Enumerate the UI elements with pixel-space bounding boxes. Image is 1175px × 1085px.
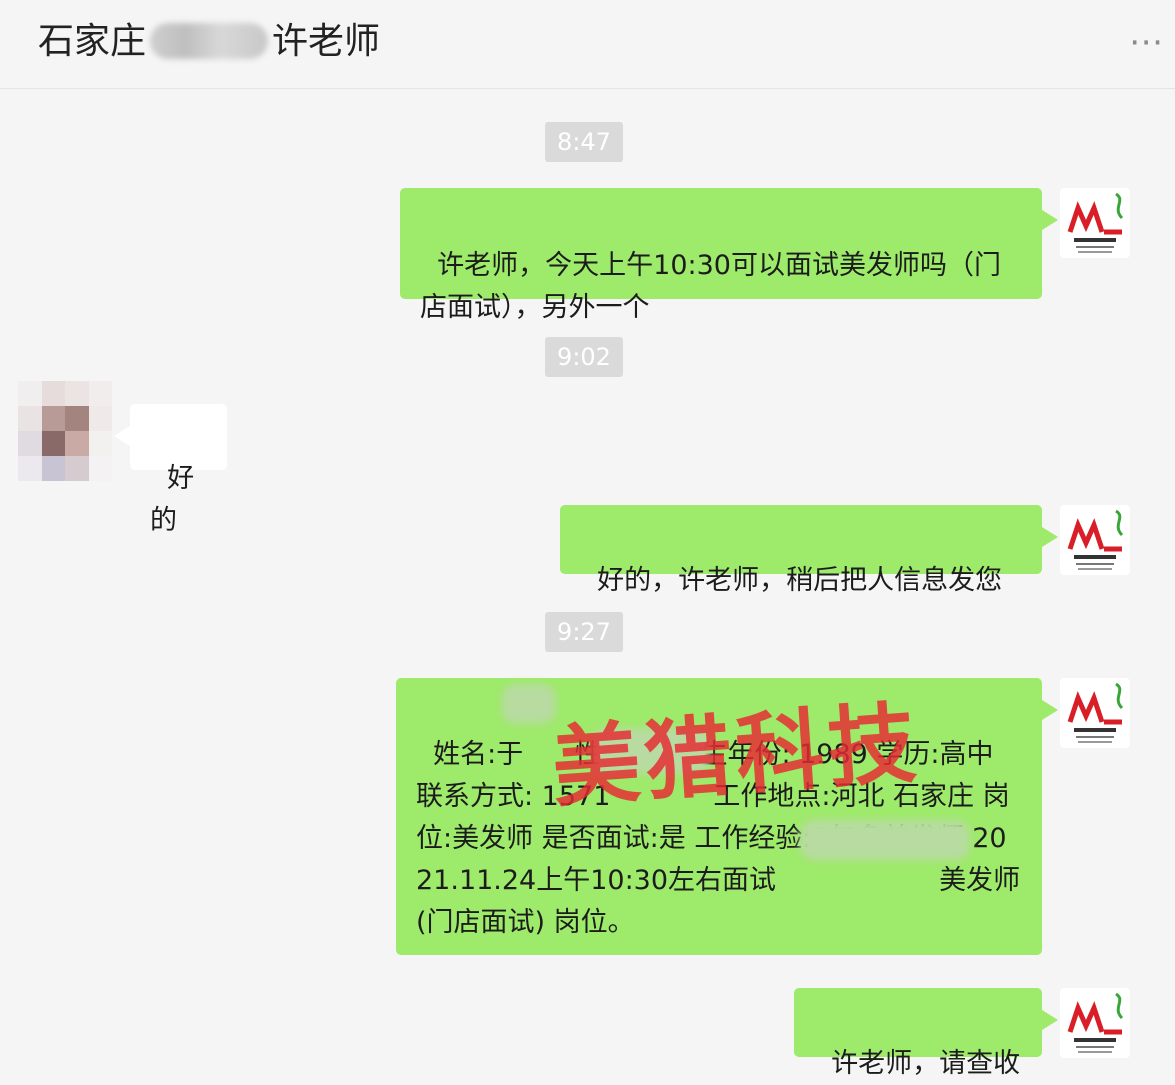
chat-header: 石家庄 许老师 ⋯ <box>0 0 1175 89</box>
redacted-phone-blur <box>592 728 710 774</box>
self-avatar-icon[interactable] <box>1060 505 1130 575</box>
chat-title-suffix: 许老师 <box>272 21 381 62</box>
redacted-store-blur <box>800 820 970 860</box>
more-options-icon[interactable]: ⋯ <box>1129 22 1165 62</box>
redacted-name-blur <box>502 684 556 724</box>
message-text: 好的 <box>150 463 195 536</box>
timestamp: 9:02 <box>545 337 623 377</box>
contact-avatar-icon[interactable] <box>18 381 112 481</box>
sent-message[interactable]: 好的，许老师，稍后把人信息发您 <box>560 505 1058 596</box>
message-text: 许老师，请查收 <box>831 1048 1021 1079</box>
self-avatar-icon[interactable] <box>1060 988 1130 1058</box>
chat-title: 石家庄 许老师 <box>38 20 380 64</box>
message-text: 好的，许老师，稍后把人信息发您 <box>597 565 1003 596</box>
timestamp: 8:47 <box>545 122 623 162</box>
sent-message[interactable]: 许老师，请查收 <box>794 988 1058 1079</box>
sent-message-candidate-info[interactable]: 姓名:于 性别:男 出生年份: 1989 学历:高中 联系方式: 1571 工作… <box>396 678 1058 955</box>
self-avatar-icon[interactable] <box>1060 188 1130 258</box>
message-text: 许老师，今天上午10:30可以面试美发师吗（门店面试），另外一个 <box>420 250 1001 323</box>
timestamp: 9:27 <box>545 612 623 652</box>
chat-title-prefix: 石家庄 <box>38 21 147 62</box>
redacted-name-blur <box>150 23 269 59</box>
received-message[interactable]: 好的 <box>114 404 227 536</box>
self-avatar-icon[interactable] <box>1060 678 1130 748</box>
sent-message[interactable]: 许老师，今天上午10:30可以面试美发师吗（门店面试），另外一个 <box>400 188 1058 323</box>
